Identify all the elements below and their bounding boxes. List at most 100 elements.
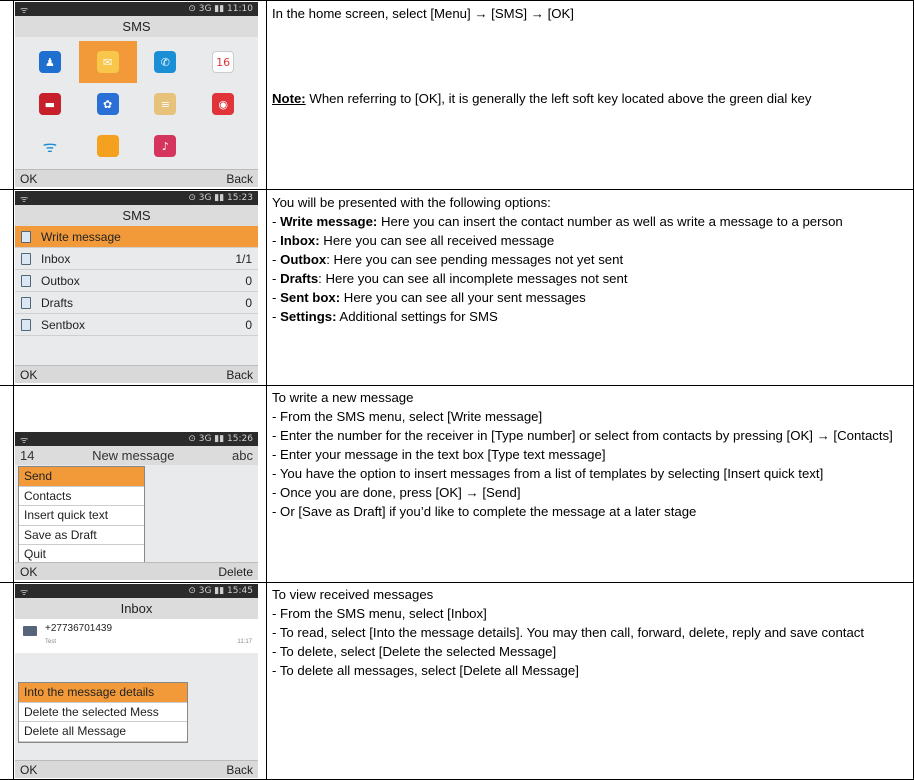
menu-item[interactable]: Delete the selected Mess xyxy=(19,703,187,722)
item-count: 0 xyxy=(245,317,252,332)
option-text: Here you can insert the contact number a… xyxy=(377,214,843,229)
menu-item[interactable]: Delete all Message xyxy=(19,722,187,742)
row3-instructions: To write a new message - From the SMS men… xyxy=(272,388,908,521)
option-description: - Drafts: Here you can see all incomplet… xyxy=(272,271,628,286)
messages-icon: ✉ xyxy=(96,51,119,73)
ok-softkey[interactable]: OK xyxy=(20,172,37,186)
status-bar: ᯤ ⊙ 3G ▮▮ 15:23 xyxy=(15,191,258,205)
ok-softkey[interactable]: OK xyxy=(20,565,37,579)
signal-icon: ᯤ xyxy=(20,587,29,598)
instruction-intro: You will be presented with the following… xyxy=(272,195,551,210)
item-count: 0 xyxy=(245,295,252,310)
phone-screen-sms-menu: ᯤ ⊙ 3G ▮▮ 11:10 SMS ♟ ✉ ✆ 16 ▬ ✿ ≡ ◉ ᯤ ♪ OK Back xyxy=(15,2,258,187)
app-tile[interactable]: ᯤ xyxy=(21,125,79,167)
option-descriptions: - Write message: Here you can insert the… xyxy=(272,212,908,326)
instruction-line: - From the SMS menu, select [Inbox] xyxy=(272,606,487,621)
instruction-line: - Enter your message in the text box [Ty… xyxy=(272,447,606,462)
instruction-line: - To delete, select [Delete the selected… xyxy=(272,644,557,659)
menu-item[interactable]: Contacts xyxy=(19,487,144,506)
status-indicators: ⊙ 3G ▮▮ 11:10 xyxy=(188,4,253,14)
app-tile[interactable]: ◉ xyxy=(194,83,252,125)
toolbox-icon: ▬ xyxy=(38,93,61,115)
menu-item[interactable]: Send xyxy=(19,467,144,487)
sms-list-item[interactable]: Outbox 0 xyxy=(15,270,258,292)
instruction-line: In the home screen, select [Menu] → [SMS… xyxy=(272,6,574,21)
contacts-icon: ♟ xyxy=(38,51,61,73)
option-name: Settings: xyxy=(280,309,337,324)
status-indicators: ⊙ 3G ▮▮ 15:26 xyxy=(188,434,253,444)
menu-item[interactable]: Into the message details xyxy=(19,683,187,703)
app-tile[interactable]: 16 xyxy=(194,41,252,83)
app-tile[interactable]: ≡ xyxy=(137,83,195,125)
softkey-bar: OK Back xyxy=(15,169,258,187)
document-icon xyxy=(21,296,31,309)
table-border-top xyxy=(0,0,914,1)
item-count: 1/1 xyxy=(235,251,252,266)
note-label: Note: xyxy=(272,91,306,106)
message-header: 14 New message abc xyxy=(15,446,258,465)
ok-softkey[interactable]: OK xyxy=(20,763,37,777)
item-label: Inbox xyxy=(41,251,71,266)
signal-icon: ᯤ xyxy=(20,5,29,16)
folder-icon xyxy=(96,135,119,157)
app-tile[interactable]: ✉ xyxy=(78,41,137,83)
softkey-bar: OK Delete xyxy=(15,562,258,580)
phone-icon: ✆ xyxy=(154,51,177,73)
status-bar: ᯤ ⊙ 3G ▮▮ 15:26 xyxy=(15,432,258,446)
sms-list-item[interactable]: Drafts 0 xyxy=(15,292,258,314)
phone-screen-new-message: ᯤ ⊙ 3G ▮▮ 15:26 14 New message abc Custo… xyxy=(15,432,258,580)
app-tile[interactable]: ♟ xyxy=(21,41,79,83)
phone-screen-inbox: ᯤ ⊙ 3G ▮▮ 15:45 Inbox +27736701439 Test … xyxy=(15,584,258,778)
back-softkey[interactable]: Back xyxy=(226,172,253,186)
options-menu: Send Contacts Insert quick text Save as Dra… xyxy=(18,466,145,566)
option-name: Write message: xyxy=(280,214,378,229)
row1-instructions: In the home screen, select [Menu] → [SMS… xyxy=(272,4,908,108)
option-text: : Here you can see all incomplete messag… xyxy=(318,271,628,286)
inbox-message-row[interactable]: +27736701439 Test 11:17 xyxy=(15,619,258,653)
option-description: - Settings: Additional settings for SMS xyxy=(272,309,498,324)
table-column-divider xyxy=(266,0,267,780)
row2-instructions: You will be presented with the following… xyxy=(272,193,908,326)
sms-list-item[interactable]: Inbox 1/1 xyxy=(15,248,258,270)
document-icon xyxy=(21,318,31,331)
option-name: Drafts xyxy=(280,271,319,286)
menu-item[interactable]: Insert quick text xyxy=(19,506,144,526)
document-icon xyxy=(21,252,31,265)
option-name: Sent box: xyxy=(280,290,341,305)
softkey-bar: OK Back xyxy=(15,760,258,778)
app-tile[interactable]: ♪ xyxy=(137,125,195,167)
message-preview: Test xyxy=(45,639,57,645)
delete-softkey[interactable]: Delete xyxy=(218,565,253,579)
instruction-line: - Once you are done, press [OK] → [Send] xyxy=(272,485,521,500)
menu-item[interactable]: Save as Draft xyxy=(19,526,144,545)
app-tile[interactable] xyxy=(79,125,137,167)
instruction-line: - To delete all messages, select [Delete… xyxy=(272,663,579,678)
char-count: 14 xyxy=(20,448,35,463)
app-tile[interactable]: ✿ xyxy=(79,83,137,125)
phone-screen-sms-list: ᯤ ⊙ 3G ▮▮ 15:23 SMS Write message Inbox 1/… xyxy=(15,191,258,383)
sms-list-item[interactable]: Write message xyxy=(15,226,258,248)
screen-title: New message xyxy=(92,448,175,463)
status-bar: ᯤ ⊙ 3G ▮▮ 15:45 xyxy=(15,584,258,598)
item-label: Sentbox xyxy=(41,317,86,332)
note-paragraph: Note: When referring to [OK], it is gene… xyxy=(272,89,908,108)
ok-softkey[interactable]: OK xyxy=(20,368,37,382)
sender-number: +27736701439 xyxy=(45,623,113,634)
option-description: - Write message: Here you can insert the… xyxy=(272,214,843,229)
instruction-line: To write a new message xyxy=(272,390,414,405)
app-tile[interactable]: ▬ xyxy=(21,83,79,125)
status-indicators: ⊙ 3G ▮▮ 15:23 xyxy=(188,193,253,203)
instruction-line: - From the SMS menu, select [Write messa… xyxy=(272,409,543,424)
item-label: Write message xyxy=(41,229,121,244)
sms-list-item[interactable]: Sentbox 0 xyxy=(15,314,258,336)
screen-title: SMS xyxy=(15,205,258,226)
back-softkey[interactable]: Back xyxy=(226,368,253,382)
option-text: Here you can see all your sent messages xyxy=(340,290,586,305)
table-row-divider xyxy=(0,189,914,190)
app-tile[interactable]: ✆ xyxy=(137,41,195,83)
item-label: Drafts xyxy=(41,295,74,310)
back-softkey[interactable]: Back xyxy=(226,763,253,777)
instruction-line: - Or [Save as Draft] if you’d like to co… xyxy=(272,504,697,519)
option-text: Additional settings for SMS xyxy=(336,309,498,324)
options-menu: Into the message details Delete the selec… xyxy=(18,682,188,743)
